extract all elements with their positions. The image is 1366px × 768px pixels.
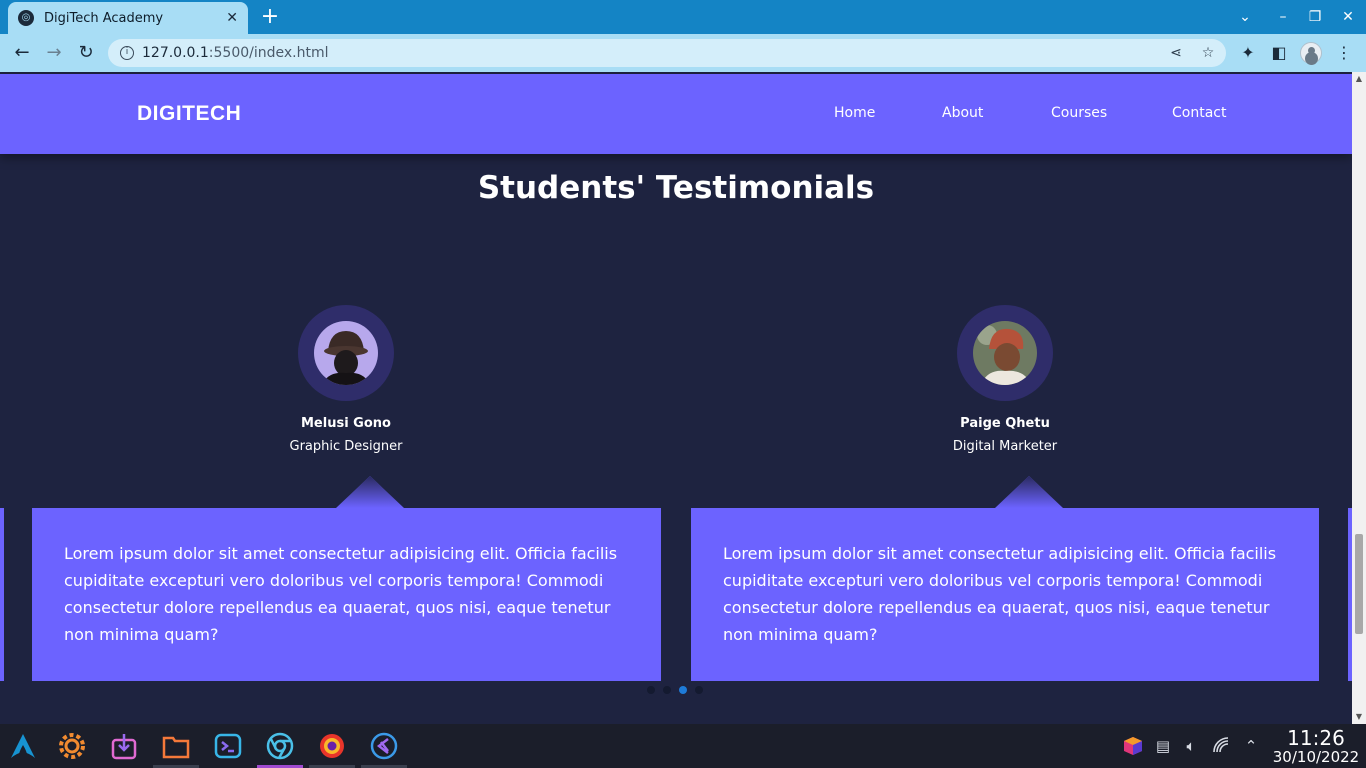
site-header: DIGITECH Home About Courses Contact (0, 74, 1352, 154)
more-menu-icon[interactable]: ⋮ (1333, 42, 1355, 64)
bookmark-star-icon[interactable]: ☆ (1198, 39, 1218, 67)
tab-title: DigiTech Academy (44, 10, 164, 26)
share-icon[interactable]: ⋖ (1166, 39, 1186, 67)
chromium-icon[interactable] (257, 724, 303, 768)
profile-avatar-icon[interactable] (1300, 42, 1322, 64)
page-scrollbar[interactable]: ▲ ▼ (1352, 72, 1366, 724)
terminal-icon[interactable] (205, 724, 251, 768)
arch-launcher-icon[interactable] (0, 724, 46, 768)
globe-icon: ◎ (18, 10, 34, 26)
card-pointer (995, 476, 1063, 508)
carousel-dot[interactable] (695, 686, 703, 694)
carousel-pagination (647, 686, 703, 694)
url-path: :5500/index.html (208, 45, 329, 61)
nav-about[interactable]: About (942, 105, 983, 121)
student-name: Melusi Gono (301, 416, 391, 431)
minimize-icon[interactable]: – (1273, 6, 1293, 28)
student-photo (973, 321, 1037, 385)
student-name: Paige Qhetu (960, 416, 1050, 431)
student-role: Digital Marketer (952, 439, 1058, 454)
tray-expand-chevron-icon[interactable]: ⌃ (1240, 736, 1262, 756)
student-photo (314, 321, 378, 385)
carousel-dot-active[interactable] (679, 686, 687, 694)
nav-contact[interactable]: Contact (1172, 105, 1226, 121)
close-tab-icon[interactable]: ✕ (226, 10, 238, 26)
url-host: 127.0.0.1 (142, 45, 209, 61)
system-clock[interactable]: 11:26 30/10/2022 (1270, 728, 1362, 766)
carousel-dot[interactable] (647, 686, 655, 694)
scroll-up-arrow-icon[interactable]: ▲ (1352, 72, 1366, 86)
quote-text: Lorem ipsum dolor sit amet consectetur a… (64, 544, 618, 644)
quote-text: Lorem ipsum dolor sit amet consectetur a… (723, 544, 1277, 644)
scrollbar-thumb[interactable] (1355, 534, 1363, 634)
restore-icon[interactable]: ❐ (1305, 6, 1325, 28)
quote-box: Lorem ipsum dolor sit amet consectetur a… (32, 508, 661, 681)
browser-toolbar: ← → ↻ i 127.0.0.1:5500/index.html ⋖ ☆ ✦ … (0, 34, 1366, 72)
forward-arrow-icon[interactable]: → (42, 42, 66, 64)
carousel-dot[interactable] (663, 686, 671, 694)
os-taskbar: ▤ 🔈︎ ⌃ 11:26 30/10/2022 (0, 724, 1366, 768)
wifi-icon[interactable] (1211, 736, 1233, 756)
firefox-icon[interactable] (309, 724, 355, 768)
software-store-icon[interactable] (101, 724, 147, 768)
settings-gear-icon[interactable] (49, 724, 95, 768)
back-arrow-icon[interactable]: ← (10, 42, 34, 64)
scroll-down-arrow-icon[interactable]: ▼ (1352, 710, 1366, 724)
reload-icon[interactable]: ↻ (74, 42, 98, 64)
browser-tab[interactable]: ◎ DigiTech Academy ✕ (8, 2, 248, 34)
vscode-icon[interactable] (361, 724, 407, 768)
side-panel-icon[interactable]: ◧ (1268, 42, 1290, 64)
volume-icon[interactable]: 🔈︎ (1180, 736, 1202, 756)
new-tab-button[interactable]: + (258, 6, 282, 28)
nav-courses[interactable]: Courses (1051, 105, 1107, 121)
clipboard-icon[interactable]: ▤ (1152, 736, 1174, 756)
page-viewport: DIGITECH Home About Courses Contact Stud… (0, 72, 1352, 724)
clock-time: 11:26 (1287, 726, 1345, 750)
testimonial-card-partial-left (0, 508, 4, 681)
close-window-icon[interactable]: ✕ (1338, 6, 1358, 28)
quote-box: Lorem ipsum dolor sit amet consectetur a… (691, 508, 1319, 681)
avatar (298, 305, 394, 401)
folder-icon[interactable] (153, 724, 199, 768)
clock-date: 30/10/2022 (1272, 748, 1360, 766)
site-logo[interactable]: DIGITECH (137, 102, 241, 126)
extensions-puzzle-icon[interactable]: ✦ (1237, 42, 1259, 64)
tab-search-chevron-icon[interactable]: ⌄ (1235, 6, 1255, 28)
package-updates-icon[interactable] (1122, 736, 1144, 756)
site-info-icon[interactable]: i (120, 46, 134, 60)
section-title: Students' Testimonials (477, 170, 875, 206)
student-role: Graphic Designer (289, 439, 403, 454)
nav-home[interactable]: Home (834, 105, 875, 121)
avatar (957, 305, 1053, 401)
browser-tab-strip: ◎ DigiTech Academy ✕ + ⌄ – ❐ ✕ (0, 0, 1366, 34)
card-pointer (336, 476, 404, 508)
address-bar[interactable]: i 127.0.0.1:5500/index.html ⋖ ☆ (108, 39, 1226, 67)
